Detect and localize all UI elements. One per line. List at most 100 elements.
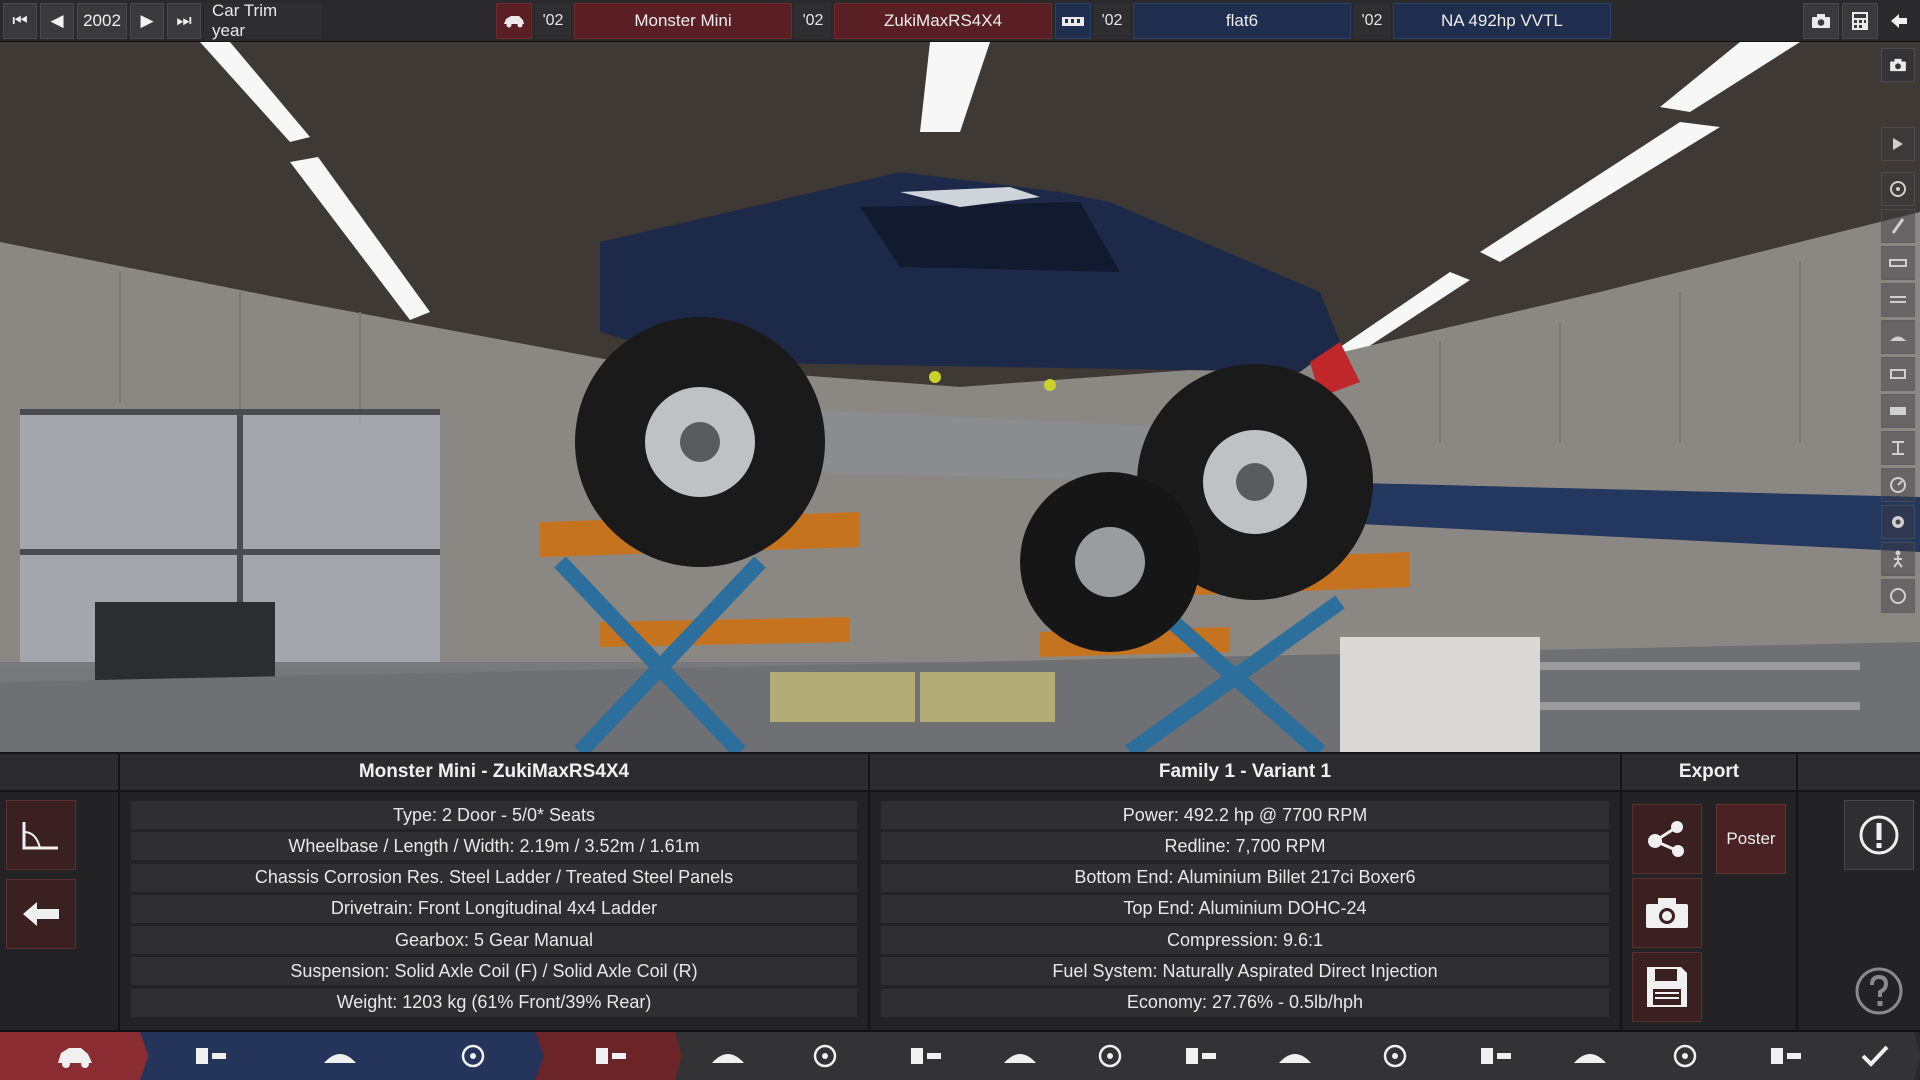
nav-tab-tyres[interactable]	[1540, 1032, 1640, 1080]
nav-tab-brakes[interactable]	[1150, 1032, 1250, 1080]
settings-view-icon[interactable]	[1881, 505, 1915, 539]
trim-name[interactable]: ZukiMaxRS4X4	[834, 2, 1052, 39]
calculator-icon[interactable]	[1842, 2, 1878, 39]
engine-info-header: Family 1 - Variant 1	[870, 754, 1620, 792]
help-column-header	[1798, 754, 1920, 792]
first-year-button[interactable]: ⏮	[3, 2, 37, 39]
nav-tab-gearbox[interactable]	[870, 1032, 980, 1080]
variant-year: '02	[1354, 2, 1390, 39]
nav-tab-drivetrain[interactable]	[770, 1032, 880, 1080]
circle-view-icon[interactable]	[1881, 579, 1915, 613]
cost-icon	[1673, 1044, 1697, 1068]
body-view-icon[interactable]	[1881, 283, 1915, 317]
engine-info-row: Power: 492.2 hp @ 7700 RPM	[881, 801, 1609, 829]
engine-name[interactable]: flat6	[1133, 2, 1351, 39]
nav-tab-interior[interactable]	[1340, 1032, 1450, 1080]
car-info-row: Suspension: Solid Axle Coil (F) / Solid …	[131, 957, 857, 986]
engine-view-icon[interactable]	[1881, 394, 1915, 428]
car-info-header: Monster Mini - ZukiMaxRS4X4	[120, 754, 868, 792]
export-header: Export	[1622, 754, 1796, 792]
suspension-view-icon[interactable]	[1881, 431, 1915, 465]
interior-view-icon[interactable]	[1881, 357, 1915, 391]
engine-info-row: Bottom End: Aluminium Billet 217ci Boxer…	[881, 863, 1609, 892]
nav-tab-aero[interactable]	[1240, 1032, 1350, 1080]
garage-scene	[0, 42, 1920, 752]
roof-view-icon[interactable]	[1881, 320, 1915, 354]
car-info-row: Wheelbase / Length / Width: 2.19m / 3.52…	[131, 832, 857, 861]
garage-3d-view[interactable]	[0, 42, 1920, 752]
share-button[interactable]	[1632, 804, 1702, 874]
nav-tab-engine-family[interactable]	[140, 1032, 280, 1080]
engine-year: '02	[1094, 2, 1130, 39]
back-arrow-icon[interactable]	[1881, 2, 1917, 39]
car-info-row: Weight: 1203 kg (61% Front/39% Rear)	[131, 988, 857, 1017]
drivetrain-icon	[813, 1044, 837, 1068]
camera-icon[interactable]	[1803, 2, 1839, 39]
play-icon[interactable]	[1881, 127, 1915, 161]
finish-icon	[1861, 1045, 1889, 1067]
last-year-button[interactable]: ⏭	[167, 2, 201, 39]
save-button[interactable]	[1632, 952, 1702, 1022]
help-button[interactable]	[1854, 966, 1904, 1016]
car-model-icon[interactable]	[496, 2, 532, 39]
trim-year: '02	[795, 2, 831, 39]
car-info-column: Monster Mini - ZukiMaxRS4X4 Type: 2 Door…	[120, 754, 870, 1032]
engine-info-column: Family 1 - Variant 1 Power: 492.2 hp @ 7…	[870, 754, 1622, 1032]
alert-icon	[1859, 815, 1899, 855]
car-info-row: Gearbox: 5 Gear Manual	[131, 926, 857, 955]
save-icon	[1647, 967, 1687, 1007]
nav-tab-chassis[interactable]	[535, 1032, 685, 1080]
left-column-header	[0, 754, 118, 792]
nav-tab-car-body[interactable]	[0, 1032, 150, 1080]
nav-tab-wheels[interactable]	[1060, 1032, 1160, 1080]
paint-view-icon[interactable]	[1881, 209, 1915, 243]
screenshot-button[interactable]	[1632, 878, 1702, 948]
nav-tab-engine-block[interactable]	[270, 1032, 410, 1080]
photo-mode-icon[interactable]	[1881, 48, 1915, 82]
chassis-icon	[596, 1048, 626, 1064]
nav-tab-trim[interactable]	[675, 1032, 780, 1080]
engine-info-row: Economy: 27.76% - 0.5lb/hph	[881, 988, 1609, 1017]
nav-tab-suspension[interactable]	[970, 1032, 1070, 1080]
trim-icon	[711, 1054, 744, 1063]
bottom-nav	[0, 1030, 1920, 1080]
gauge-view-icon[interactable]	[1881, 468, 1915, 502]
year-value[interactable]: 2002	[77, 2, 127, 39]
side-toolbar	[1876, 42, 1920, 642]
camera-angle-button[interactable]	[6, 800, 76, 870]
driver-view-icon[interactable]	[1881, 542, 1915, 576]
aero-icon	[1279, 1054, 1311, 1063]
testing-icon	[1771, 1048, 1801, 1064]
topbar-spacer	[325, 2, 493, 39]
nav-tab-safety[interactable]	[1440, 1032, 1550, 1080]
car-info-row: Type: 2 Door - 5/0* Seats	[131, 801, 857, 829]
car-info-row: Drivetrain: Front Longitudinal 4x4 Ladde…	[131, 894, 857, 923]
brakes-icon	[1186, 1048, 1216, 1064]
engine-icon[interactable]	[1055, 2, 1091, 39]
nav-tab-testing[interactable]	[1730, 1032, 1840, 1080]
left-action-column	[0, 754, 120, 1032]
engine-info-row: Top End: Aluminium DOHC-24	[881, 894, 1609, 923]
car-info-rows: Type: 2 Door - 5/0* Seats Wheelbase / Len…	[120, 792, 868, 1017]
engine-tune-icon	[461, 1044, 484, 1068]
nav-tab-engine-tune[interactable]	[400, 1032, 545, 1080]
nav-tab-cost[interactable]	[1630, 1032, 1740, 1080]
top-bar: ⏮ ◀ 2002 ▶ ⏭ Car Trim year '02 Monster M…	[0, 0, 1920, 42]
warnings-button[interactable]	[1844, 800, 1914, 870]
next-year-button[interactable]: ▶	[130, 2, 164, 39]
info-panel: Monster Mini - ZukiMaxRS4X4 Type: 2 Door…	[0, 752, 1920, 1032]
poster-button[interactable]: Poster	[1716, 804, 1786, 874]
chassis-view-icon[interactable]	[1881, 246, 1915, 280]
topbar-spacer-right	[1614, 3, 1803, 39]
prev-year-button[interactable]: ◀	[40, 2, 74, 39]
car-body-icon	[58, 1048, 92, 1068]
engine-block-icon	[324, 1054, 356, 1063]
wheels-icon	[1098, 1044, 1122, 1068]
camera-angle-icon	[22, 822, 58, 850]
wheel-view-icon[interactable]	[1881, 172, 1915, 206]
nav-tab-finish[interactable]	[1830, 1032, 1920, 1080]
variant-name[interactable]: NA 492hp VVTL	[1393, 2, 1611, 39]
back-button[interactable]	[6, 879, 76, 949]
model-name[interactable]: Monster Mini	[574, 2, 792, 39]
engine-family-icon	[196, 1048, 226, 1064]
